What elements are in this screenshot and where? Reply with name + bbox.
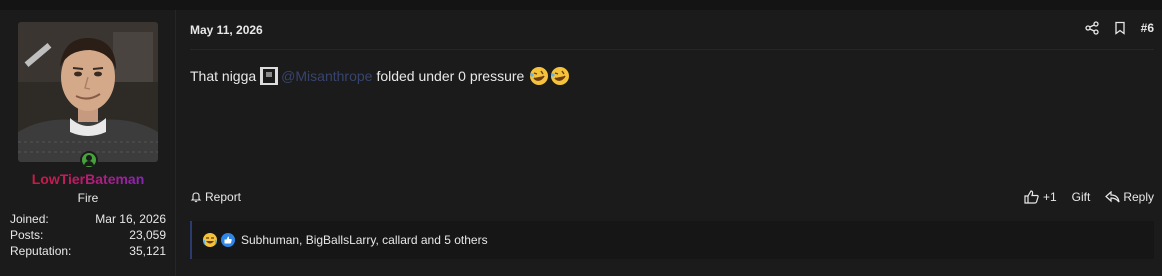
rolling-laughing-emoji-icon	[529, 66, 549, 86]
stat-label: Reputation:	[10, 244, 72, 258]
upvote-label: +1	[1042, 190, 1057, 204]
bell-icon	[190, 192, 202, 203]
stat-row-joined: Joined: Mar 16, 2026	[10, 211, 166, 227]
stat-label: Joined:	[10, 212, 49, 226]
post-date[interactable]: May 11, 2026	[190, 23, 263, 37]
share-icon[interactable]	[1084, 21, 1099, 35]
post-header-actions: #6	[1084, 21, 1154, 35]
stat-row-posts: Posts: 23,059	[10, 227, 166, 243]
online-status-icon	[80, 151, 98, 169]
post-main: May 11, 2026 #6 That nigga @Misanthrope …	[176, 10, 1162, 276]
reply-button[interactable]: Reply	[1105, 190, 1154, 204]
stat-value: Mar 16, 2026	[95, 212, 166, 226]
stat-label: Posts:	[10, 228, 44, 242]
like-icon	[220, 232, 236, 248]
post-message: That nigga @Misanthrope folded under 0 p…	[190, 66, 570, 86]
user-mention-link[interactable]: @Misanthrope	[281, 68, 372, 84]
laughing-emoji-icon	[202, 232, 218, 248]
username[interactable]: LowTierBateman	[0, 171, 176, 187]
post-footer: Report +1 Gift Reply	[190, 187, 1154, 207]
user-avatar[interactable]	[18, 22, 158, 162]
post-number[interactable]: #6	[1141, 21, 1154, 35]
reply-icon	[1105, 191, 1120, 203]
message-text: That nigga	[190, 68, 257, 84]
thumbs-up-icon	[1024, 190, 1039, 204]
gift-label: Gift	[1071, 190, 1091, 204]
user-info-panel: LowTierBateman Fire Joined: Mar 16, 2026…	[0, 10, 176, 276]
reactions-text: Subhuman, BigBallsLarry, callard and 5 o…	[241, 233, 488, 247]
message-text: folded under 0 pressure	[376, 68, 525, 84]
reply-label: Reply	[1123, 190, 1154, 204]
rolling-laughing-emoji-icon	[550, 66, 570, 86]
bookmark-icon[interactable]	[1113, 21, 1127, 35]
post-actions: +1 Gift Reply	[1024, 190, 1154, 204]
stat-row-reputation: Reputation: 35,121	[10, 243, 166, 259]
stat-value: 35,121	[129, 244, 166, 258]
mention-avatar-icon	[260, 67, 279, 85]
upvote-button[interactable]: +1	[1024, 190, 1057, 204]
gift-button[interactable]: Gift	[1072, 190, 1091, 204]
report-label: Report	[205, 190, 242, 204]
stat-value: 23,059	[129, 228, 166, 242]
divider	[190, 49, 1154, 50]
reactions-bar[interactable]: Subhuman, BigBallsLarry, callard and 5 o…	[190, 221, 1154, 259]
post: LowTierBateman Fire Joined: Mar 16, 2026…	[0, 10, 1162, 276]
user-stats: Joined: Mar 16, 2026 Posts: 23,059 Reput…	[10, 211, 166, 259]
user-title: Fire	[77, 191, 99, 205]
report-button[interactable]: Report	[190, 190, 241, 204]
